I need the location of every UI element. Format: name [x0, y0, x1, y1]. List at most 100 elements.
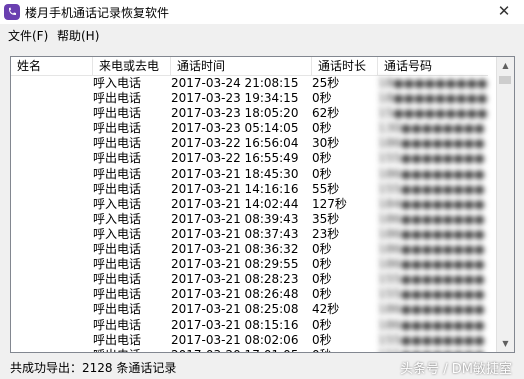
cell-call-time: 2017-03-21 08:26:48: [171, 287, 299, 302]
cell-number: 186●●●●●●●●: [378, 242, 485, 257]
cell-direction: 呼出电话: [93, 166, 142, 181]
cell-duration: 0秒: [312, 332, 332, 347]
cell-direction: 呼出电话: [93, 272, 142, 287]
cell-call-time: 2017-03-22 16:56:04: [171, 136, 299, 151]
cell-duration: 42秒: [312, 302, 340, 317]
cell-call-time: 2017-03-21 08:36:32: [171, 242, 299, 257]
window-title: 楼月手机通话记录恢复软件: [25, 6, 170, 20]
cell-number: 155●●●●●●●●: [378, 181, 485, 196]
cell-duration: 0秒: [312, 317, 332, 332]
cell-duration: 30秒: [312, 136, 340, 151]
cell-direction: 呼出电话: [93, 106, 142, 121]
table-row[interactable]: 呼出电话 2017-03-21 08:28:23 0秒 155●●●●●●●●: [11, 272, 488, 287]
cell-call-time: 2017-03-21 08:02:06: [171, 332, 299, 347]
cell-duration: 55秒: [312, 181, 340, 196]
table-row[interactable]: 呼出电话 2017-03-21 08:26:48 0秒 155●●●●●●●●: [11, 287, 488, 302]
cell-call-time: 2017-03-23 18:05:20: [171, 106, 299, 121]
table-row[interactable]: 呼出电话 2017-03-21 08:29:55 0秒 186●●●●●●●●: [11, 257, 488, 272]
cell-duration: 0秒: [312, 272, 332, 287]
cell-number: 184●●●●●●●●: [378, 196, 485, 211]
cell-duration: 127秒: [312, 196, 347, 211]
cell-call-time: 2017-03-21 18:45:30: [171, 166, 299, 181]
cell-call-time: 2017-03-24 21:08:15: [171, 76, 299, 90]
cell-call-time: 2017-03-21 14:02:44: [171, 196, 299, 211]
cell-direction: 呼出电话: [93, 317, 142, 332]
table-row[interactable]: 呼出电话 2017-03-21 18:45:30 0秒 186●●●●●●●●: [11, 167, 488, 182]
table-row[interactable]: 呼出电话 2017-03-21 08:15:16 0秒 186●●●●●●●●: [11, 318, 488, 333]
cell-direction: 呼出电话: [93, 181, 142, 196]
table-row[interactable]: 呼出电话 2017-03-21 08:02:06 0秒 155●●●●●●●●: [11, 333, 488, 348]
table-row[interactable]: 呼出电话 2017-03-23 05:14:05 0秒 130●●●●●●●●: [11, 121, 488, 136]
vertical-scrollbar[interactable]: ▲ ▼: [496, 57, 514, 352]
list-rows: 呼入电话 2017-03-24 21:08:15 25秒 18●●●●●●●●● 呼出电…: [11, 76, 488, 352]
cell-call-time: 2017-03-21 08:37:43: [171, 226, 299, 241]
scroll-thumb[interactable]: [499, 76, 511, 84]
cell-call-time: 2017-03-21 08:25:08: [171, 302, 299, 317]
cell-direction: 呼出电话: [93, 121, 142, 136]
cell-duration: 0秒: [312, 91, 332, 106]
cell-number: 186●●●●●●●●: [378, 166, 485, 181]
table-row[interactable]: 呼出电话2017-03-20 17:01:050秒 155●●●●●●●●: [11, 348, 488, 352]
menu-file[interactable]: 文件(F): [8, 27, 48, 44]
title-bar: 楼月手机通话记录恢复软件 ✕: [0, 0, 524, 24]
cell-number: 186●●●●●●●●: [378, 136, 485, 151]
cell-call-time: 2017-03-20 17:01:05: [171, 348, 310, 352]
cell-call-time: 2017-03-21 08:29:55: [171, 257, 299, 272]
table-row[interactable]: 呼入电话 2017-03-21 08:37:43 23秒 186●●●●●●●●: [11, 227, 488, 242]
table-row[interactable]: 呼出电话 2017-03-23 18:05:20 62秒 15●●●●●●●●●: [11, 106, 488, 121]
cell-direction: 呼入电话: [93, 76, 142, 90]
cell-number: 18●●●●●●●●●: [378, 76, 488, 90]
cell-number: 186●●●●●●●●: [378, 317, 485, 332]
cell-number: 18●●●●●●●●●: [378, 91, 488, 106]
cell-number: 130●●●●●●●●: [378, 121, 485, 136]
table-row[interactable]: 呼出电话 2017-03-22 16:56:04 30秒 186●●●●●●●●: [11, 136, 488, 151]
column-header-name[interactable]: 姓名: [11, 57, 93, 75]
call-log-list[interactable]: 姓名 来电或去电 通话时间 通话时长 通话号码 呼入电话 2017-03-24 2…: [10, 56, 515, 353]
cell-number: 15●●●●●●●●●: [378, 106, 488, 121]
cell-duration: 0秒: [312, 257, 332, 272]
scroll-down-icon[interactable]: ▼: [497, 335, 514, 352]
cell-duration: 23秒: [312, 226, 340, 241]
cell-duration: 0秒: [312, 121, 332, 136]
cell-number: 155●●●●●●●●: [378, 151, 485, 166]
cell-direction: 呼入电话: [93, 211, 142, 226]
table-row[interactable]: 呼出电话 2017-03-21 08:25:08 42秒 186●●●●●●●●: [11, 302, 488, 317]
cell-call-time: 2017-03-21 08:39:43: [171, 211, 299, 226]
table-row[interactable]: 呼入电话 2017-03-21 08:39:43 35秒 186●●●●●●●●: [11, 212, 488, 227]
column-header-call-time[interactable]: 通话时间: [171, 57, 312, 75]
cell-duration: 62秒: [312, 106, 340, 121]
cell-duration: 25秒: [312, 76, 340, 90]
close-button[interactable]: ✕: [494, 2, 514, 20]
cell-number: 186●●●●●●●●: [378, 302, 485, 317]
cell-duration: 0秒: [312, 287, 332, 302]
cell-direction: 呼出电话: [93, 302, 142, 317]
scroll-up-icon[interactable]: ▲: [497, 57, 514, 74]
table-row[interactable]: 呼出电话 2017-03-21 08:36:32 0秒 186●●●●●●●●: [11, 242, 488, 257]
table-row[interactable]: 呼入电话 2017-03-21 14:02:44 127秒 184●●●●●●●●: [11, 197, 488, 212]
cell-call-time: 2017-03-21 14:16:16: [171, 181, 299, 196]
column-header-duration[interactable]: 通话时长: [312, 57, 378, 75]
column-header-direction[interactable]: 来电或去电: [93, 57, 171, 75]
status-bar: 共成功导出：2128 条通话记录 头条号 / DM敏捷室: [0, 355, 524, 379]
cell-number: 155●●●●●●●●: [378, 287, 485, 302]
cell-direction: 呼出电话: [93, 151, 142, 166]
cell-number: 186●●●●●●●●: [378, 257, 485, 272]
cell-call-time: 2017-03-21 08:28:23: [171, 272, 299, 287]
cell-call-time: 2017-03-21 08:15:16: [171, 317, 299, 332]
menu-help[interactable]: 帮助(H): [57, 27, 99, 44]
viber-phone-icon: [4, 4, 20, 20]
table-row[interactable]: 呼出电话 2017-03-22 16:55:49 0秒 155●●●●●●●●: [11, 151, 488, 166]
menu-bar: 文件(F) 帮助(H): [0, 24, 524, 44]
cell-direction: 呼出电话: [93, 242, 142, 257]
cell-duration: 0秒: [312, 242, 332, 257]
table-row[interactable]: 呼出电话 2017-03-23 19:34:15 0秒 18●●●●●●●●●: [11, 91, 488, 106]
table-row[interactable]: 呼出电话 2017-03-21 14:16:16 55秒 155●●●●●●●●: [11, 182, 488, 197]
cell-number: 155●●●●●●●●: [378, 348, 488, 352]
cell-number: 186●●●●●●●●: [378, 226, 485, 241]
column-header-number[interactable]: 通话号码: [378, 57, 488, 75]
cell-direction: 呼入电话: [93, 196, 142, 211]
table-row[interactable]: 呼入电话 2017-03-24 21:08:15 25秒 18●●●●●●●●●: [11, 76, 488, 91]
cell-number: 155●●●●●●●●: [378, 272, 485, 287]
cell-direction: 呼出电话: [93, 257, 142, 272]
cell-duration: 0秒: [312, 348, 372, 352]
